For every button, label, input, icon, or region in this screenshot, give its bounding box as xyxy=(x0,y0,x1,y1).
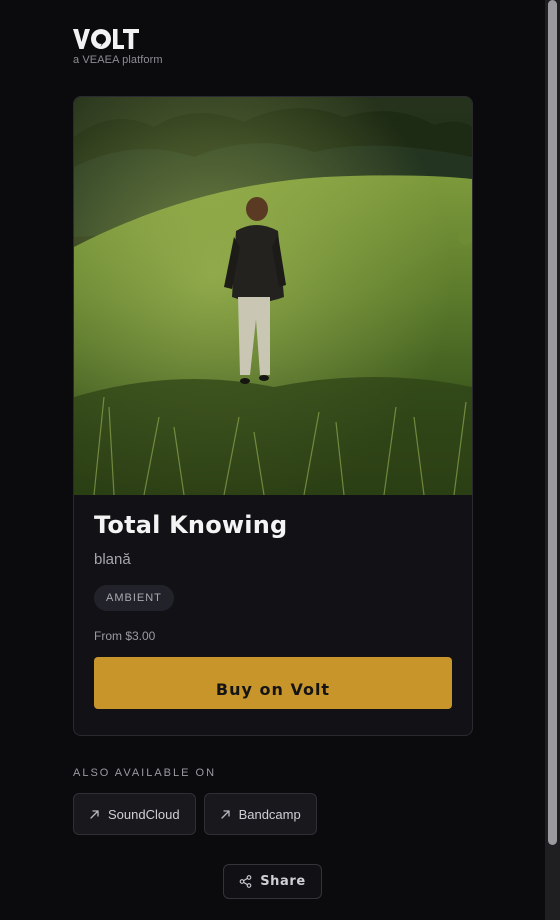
genre-tag[interactable]: AMBIENT xyxy=(94,585,174,611)
scrollbar-thumb[interactable] xyxy=(548,0,557,845)
bandcamp-link[interactable]: Bandcamp xyxy=(203,793,317,835)
external-links: SoundCloud Bandcamp xyxy=(73,793,317,835)
arrow-up-right-icon xyxy=(220,809,230,819)
soundcloud-link-label: SoundCloud xyxy=(108,806,180,822)
brand-tagline: a VEAEA platform xyxy=(73,54,163,66)
price-label: From $3.00 xyxy=(94,629,156,643)
buy-on-volt-button[interactable]: Buy on Volt xyxy=(94,657,452,709)
album-cover-image[interactable] xyxy=(74,97,472,495)
share-button[interactable]: Share xyxy=(223,864,322,899)
also-available-heading: ALSO AVAILABLE ON xyxy=(73,767,217,779)
arrow-up-right-icon xyxy=(90,809,99,819)
brand-header: a VEAEA platform xyxy=(73,28,163,66)
artist-name[interactable]: blană xyxy=(94,551,452,568)
volt-logo[interactable] xyxy=(73,28,139,50)
share-label: Share xyxy=(260,874,306,889)
release-title: Total Knowing xyxy=(94,511,288,539)
release-details: Total Knowing blană AMBIENT From $3.00 B… xyxy=(94,511,452,709)
scrollbar[interactable] xyxy=(545,0,560,920)
share-icon xyxy=(239,875,252,888)
soundcloud-link[interactable]: SoundCloud xyxy=(73,793,196,835)
bandcamp-link-label: Bandcamp xyxy=(238,806,301,822)
release-card: Total Knowing blană AMBIENT From $3.00 B… xyxy=(73,96,473,736)
page: a VEAEA platform Total Knowing blană AMB… xyxy=(0,0,560,920)
